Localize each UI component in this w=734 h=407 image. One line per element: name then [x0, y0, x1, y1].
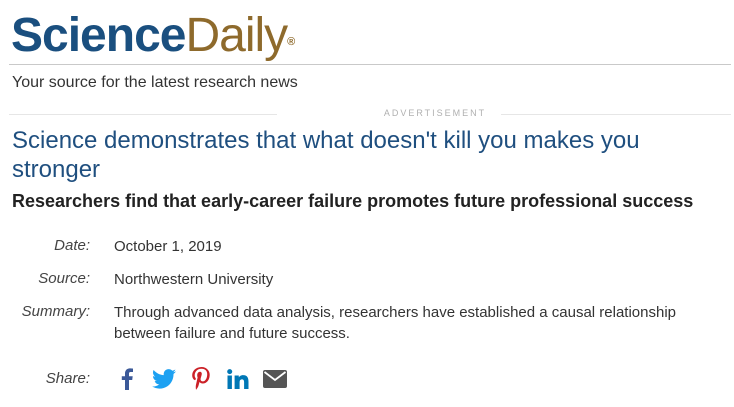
site-logo[interactable]: ScienceDaily® — [11, 8, 295, 64]
share-icons — [114, 366, 299, 392]
article-headline: Science demonstrates that what doesn't k… — [12, 127, 640, 183]
date-label: Date: — [54, 237, 90, 254]
logo-science-text: Science — [11, 9, 186, 62]
email-icon[interactable] — [262, 366, 288, 392]
share-label: Share: — [45, 370, 90, 387]
date-value: October 1, 2019 — [114, 238, 222, 255]
summary-value: Through advanced data analysis, research… — [114, 304, 677, 342]
registered-mark: ® — [287, 36, 295, 48]
advertisement-label: ADVERTISEMENT — [383, 108, 487, 118]
header-divider — [9, 64, 731, 65]
advertisement-divider: ADVERTISEMENT — [9, 108, 731, 120]
article-subheadline: Researchers find that early-career failu… — [12, 191, 694, 211]
summary-label: Summary: — [21, 303, 90, 320]
source-value: Northwestern University — [114, 271, 274, 288]
pinterest-icon[interactable] — [188, 366, 214, 392]
facebook-icon[interactable] — [114, 366, 140, 392]
source-label: Source: — [38, 270, 90, 287]
logo-daily-text: Daily — [185, 9, 288, 62]
ad-line-right — [501, 114, 731, 115]
twitter-icon[interactable] — [151, 366, 177, 392]
linkedin-icon[interactable] — [225, 366, 251, 392]
ad-line-left — [9, 114, 277, 115]
site-tagline: Your source for the latest research news — [12, 74, 298, 91]
